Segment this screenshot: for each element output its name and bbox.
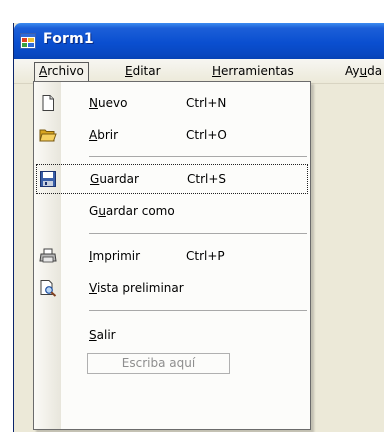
menu-editar[interactable]: Editar xyxy=(121,62,165,81)
menu-item-guardar-label: Guardar xyxy=(90,172,139,186)
menu-item-guardar-shortcut: Ctrl+S xyxy=(187,172,227,186)
menu-item-imprimir-label: Imprimir xyxy=(89,249,140,263)
menu-item-abrir-shortcut: Ctrl+O xyxy=(186,128,227,142)
guardar-como-label-tail: ardar como xyxy=(105,204,175,218)
print-preview-icon xyxy=(40,280,57,297)
title-bar[interactable]: Form1 xyxy=(14,23,384,59)
menu-editar-mnemonic: E xyxy=(125,64,133,78)
menu-item-abrir-label: Abrir xyxy=(89,128,118,142)
abrir-mnemonic: A xyxy=(89,128,98,142)
form-window: Form1 Archivo Editar Herramientas Ayuda … xyxy=(13,23,384,432)
window-title: Form1 xyxy=(43,31,94,47)
menu-item-guardar-como[interactable]: Guardar como xyxy=(36,196,308,226)
guardar-mnemonic: G xyxy=(90,172,100,186)
abrir-label-rest: brir xyxy=(97,128,119,142)
menu-item-imprimir[interactable]: Imprimir Ctrl+P xyxy=(36,241,308,271)
menu-item-nuevo-shortcut: Ctrl+N xyxy=(186,96,227,110)
menu-item-guardar-como-label: Guardar como xyxy=(89,204,175,218)
nuevo-mnemonic: N xyxy=(89,96,98,110)
menu-herramientas-mnemonic: H xyxy=(212,64,222,78)
menu-herramientas-label: erramientas xyxy=(221,64,294,78)
guardar-label-rest: uardar xyxy=(99,172,139,186)
salir-label-rest: alir xyxy=(96,328,116,342)
menu-item-nuevo[interactable]: Nuevo Ctrl+N xyxy=(36,88,308,118)
menu-separator xyxy=(89,310,307,311)
menu-archivo[interactable]: Archivo xyxy=(34,62,89,81)
menu-ayuda[interactable]: Ayuda xyxy=(341,62,384,81)
menu-archivo-label: rchivo xyxy=(47,64,84,78)
menu-item-salir-label: Salir xyxy=(89,328,116,342)
save-disk-icon xyxy=(40,171,56,187)
menu-item-vista-preliminar-label: Vista preliminar xyxy=(89,281,184,295)
menu-separator xyxy=(89,156,307,157)
imprimir-label-rest: mprimir xyxy=(92,249,141,263)
menu-separator xyxy=(89,233,307,234)
vista-mnemonic: V xyxy=(89,281,97,295)
menu-ayuda-label-tail: da xyxy=(367,64,383,78)
menu-ayuda-label: Ay xyxy=(345,64,360,78)
menu-item-guardar[interactable]: Guardar Ctrl+S xyxy=(36,164,308,194)
guardar-como-mnemonic: u xyxy=(98,204,106,218)
vista-label-rest: ista preliminar xyxy=(96,281,184,295)
menu-item-salir[interactable]: Salir xyxy=(36,320,308,350)
salir-mnemonic: S xyxy=(89,328,97,342)
new-document-icon xyxy=(42,95,54,111)
menu-ayuda-mnemonic: u xyxy=(359,64,368,78)
menu-herramientas[interactable]: Herramientas xyxy=(208,62,298,81)
menu-archivo-mnemonic: A xyxy=(39,64,48,78)
printer-icon xyxy=(39,248,57,263)
type-here-box[interactable]: Escriba aquí xyxy=(87,353,230,374)
menu-item-abrir[interactable]: Abrir Ctrl+O xyxy=(36,120,308,150)
menu-item-imprimir-shortcut: Ctrl+P xyxy=(186,249,225,263)
application-icon xyxy=(20,33,36,49)
menu-editar-label: ditar xyxy=(132,64,161,78)
menu-item-vista-preliminar[interactable]: Vista preliminar xyxy=(36,273,308,303)
menu-item-nuevo-label: Nuevo xyxy=(89,96,127,110)
guardar-como-label-head: G xyxy=(89,204,99,218)
open-folder-icon xyxy=(39,129,57,142)
nuevo-label-rest: uevo xyxy=(97,96,128,110)
archivo-dropdown-menu: Nuevo Ctrl+N Abrir Ctrl+O Guardar Ctrl+S xyxy=(33,81,311,430)
